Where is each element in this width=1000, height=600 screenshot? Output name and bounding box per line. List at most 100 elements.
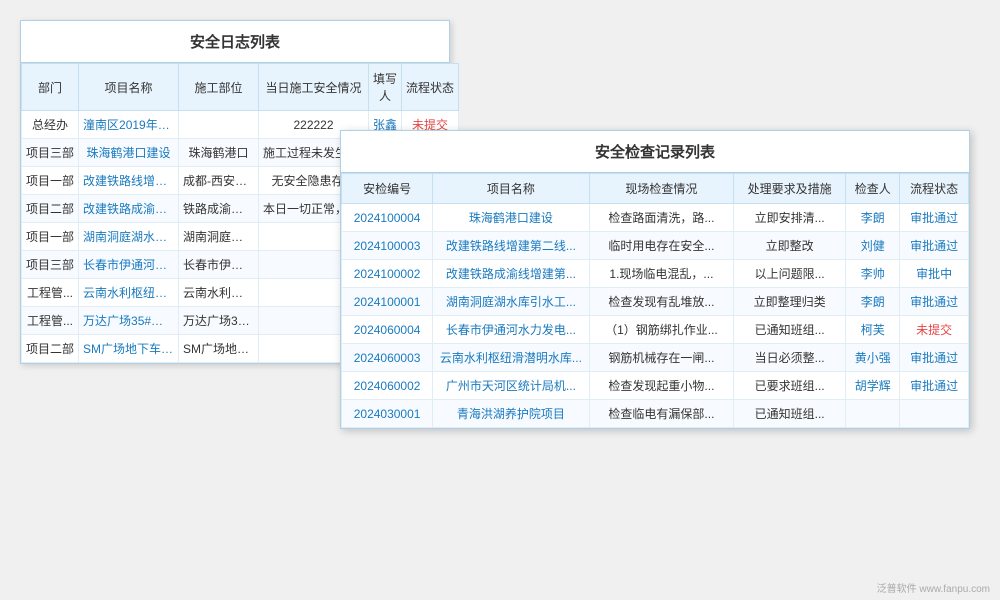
inspector-cell: 柯芙: [846, 316, 900, 344]
dept-cell: 工程管...: [22, 307, 79, 335]
table-row: 2024060004长春市伊通河水力发电...（1）钢筋绑扎作业...已通知班组…: [342, 316, 969, 344]
site-cell: [179, 111, 259, 139]
measures-cell: 立即整改: [734, 232, 846, 260]
status-cell: 审批通过: [900, 288, 969, 316]
left-col-header: 当日施工安全情况: [259, 64, 369, 111]
right-col-header: 现场检查情况: [589, 174, 733, 204]
status-cell: 审批中: [900, 260, 969, 288]
project-cell[interactable]: 青海洪湖养护院项目: [433, 400, 590, 428]
right-col-header: 项目名称: [433, 174, 590, 204]
project-cell[interactable]: 万达广场35#会所及咖啡...: [79, 307, 179, 335]
measures-cell: 以上问题限...: [734, 260, 846, 288]
measures-cell: 当日必须整...: [734, 344, 846, 372]
dept-cell: 总经办: [22, 111, 79, 139]
project-cell[interactable]: 云南水利枢纽滑明水库一...: [79, 279, 179, 307]
site-cell: 云南水利枢纽...: [179, 279, 259, 307]
project-cell[interactable]: 改建铁路线增建第二线...: [433, 232, 590, 260]
table-row: 2024060002广州市天河区统计局机...检查发现起重小物...已要求班组.…: [342, 372, 969, 400]
project-cell[interactable]: 湖南洞庭湖水库引水工...: [433, 288, 590, 316]
situation-cell: 临时用电存在安全...: [589, 232, 733, 260]
project-cell[interactable]: 长春市伊通河水力发电...: [433, 316, 590, 344]
site-cell: 铁路成渝线（成...: [179, 195, 259, 223]
project-cell[interactable]: 改建铁路成渝线增建第二...: [79, 195, 179, 223]
inspector-cell: 胡学辉: [846, 372, 900, 400]
measures-cell: 立即安排清...: [734, 204, 846, 232]
project-cell[interactable]: 潼南区2019年绿化补贴项...: [79, 111, 179, 139]
site-cell: SM广场地下车库: [179, 335, 259, 363]
situation-cell: 检查发现起重小物...: [589, 372, 733, 400]
left-col-header: 项目名称: [79, 64, 179, 111]
id-cell[interactable]: 2024100002: [342, 260, 433, 288]
right-col-header: 安检编号: [342, 174, 433, 204]
inspector-cell: 黄小强: [846, 344, 900, 372]
measures-cell: 已通知班组...: [734, 316, 846, 344]
id-cell[interactable]: 2024060002: [342, 372, 433, 400]
right-table: 安检编号项目名称现场检查情况处理要求及措施检查人流程状态 2024100004珠…: [341, 173, 969, 428]
status-cell: 审批通过: [900, 344, 969, 372]
id-cell[interactable]: 2024100001: [342, 288, 433, 316]
inspector-cell: 李帅: [846, 260, 900, 288]
left-table-header: 部门项目名称施工部位当日施工安全情况填写人流程状态: [22, 64, 459, 111]
site-cell: 成都-西安铁路...: [179, 167, 259, 195]
right-col-header: 流程状态: [900, 174, 969, 204]
situation-cell: 检查路面清洗，路...: [589, 204, 733, 232]
site-cell: 万达广场35#会...: [179, 307, 259, 335]
table-row: 2024100001湖南洞庭湖水库引水工...检查发现有乱堆放...立即整理归类…: [342, 288, 969, 316]
right-col-header: 处理要求及措施: [734, 174, 846, 204]
right-table-body: 2024100004珠海鹤港口建设检查路面清洗，路...立即安排清...李朗审批…: [342, 204, 969, 428]
inspector-cell: 李朗: [846, 288, 900, 316]
right-panel-title: 安全检查记录列表: [341, 131, 969, 173]
inspector-cell: 李朗: [846, 204, 900, 232]
id-cell[interactable]: 2024100004: [342, 204, 433, 232]
dept-cell: 项目三部: [22, 139, 79, 167]
status-cell: [900, 400, 969, 428]
right-table-header: 安检编号项目名称现场检查情况处理要求及措施检查人流程状态: [342, 174, 969, 204]
table-row: 2024060003云南水利枢纽滑潜明水库...钢筋机械存在一闸...当日必须整…: [342, 344, 969, 372]
right-col-header: 检查人: [846, 174, 900, 204]
project-cell[interactable]: 珠海鹤港口建设: [79, 139, 179, 167]
measures-cell: 已通知班组...: [734, 400, 846, 428]
measures-cell: 已要求班组...: [734, 372, 846, 400]
id-cell[interactable]: 2024060003: [342, 344, 433, 372]
table-row: 2024030001青海洪湖养护院项目检查临电有漏保部...已通知班组...: [342, 400, 969, 428]
situation-cell: 钢筋机械存在一闸...: [589, 344, 733, 372]
table-row: 2024100003改建铁路线增建第二线...临时用电存在安全...立即整改刘健…: [342, 232, 969, 260]
project-cell[interactable]: 珠海鹤港口建设: [433, 204, 590, 232]
situation-cell: 检查临电有漏保部...: [589, 400, 733, 428]
site-cell: 珠海鹤港口: [179, 139, 259, 167]
dept-cell: 项目二部: [22, 195, 79, 223]
left-col-header: 部门: [22, 64, 79, 111]
id-cell[interactable]: 2024100003: [342, 232, 433, 260]
left-panel-title: 安全日志列表: [21, 21, 449, 63]
left-col-header: 流程状态: [402, 64, 459, 111]
dept-cell: 工程管...: [22, 279, 79, 307]
project-cell[interactable]: 长春市伊通河水力发电厂...: [79, 251, 179, 279]
project-cell[interactable]: 改建铁路成渝线增建第...: [433, 260, 590, 288]
dept-cell: 项目三部: [22, 251, 79, 279]
site-cell: 长春市伊通河水...: [179, 251, 259, 279]
measures-cell: 立即整理归类: [734, 288, 846, 316]
right-panel: 安全检查记录列表 安检编号项目名称现场检查情况处理要求及措施检查人流程状态 20…: [340, 130, 970, 429]
situation-cell: （1）钢筋绑扎作业...: [589, 316, 733, 344]
left-col-header: 填写人: [369, 64, 402, 111]
inspector-cell: [846, 400, 900, 428]
watermark: 泛普软件 www.fanpu.com: [877, 580, 990, 595]
status-cell: 未提交: [900, 316, 969, 344]
dept-cell: 项目一部: [22, 223, 79, 251]
project-cell[interactable]: 湖南洞庭湖水库引水工程...: [79, 223, 179, 251]
project-cell[interactable]: SM广场地下车库更换摄...: [79, 335, 179, 363]
id-cell[interactable]: 2024030001: [342, 400, 433, 428]
situation-cell: 检查发现有乱堆放...: [589, 288, 733, 316]
status-cell: 审批通过: [900, 232, 969, 260]
dept-cell: 项目二部: [22, 335, 79, 363]
status-cell: 审批通过: [900, 372, 969, 400]
situation-cell: 1.现场临电混乱，...: [589, 260, 733, 288]
dept-cell: 项目一部: [22, 167, 79, 195]
project-cell[interactable]: 云南水利枢纽滑潜明水库...: [433, 344, 590, 372]
project-cell[interactable]: 改建铁路线增建第二线直...: [79, 167, 179, 195]
project-cell[interactable]: 广州市天河区统计局机...: [433, 372, 590, 400]
left-col-header: 施工部位: [179, 64, 259, 111]
id-cell[interactable]: 2024060004: [342, 316, 433, 344]
status-cell: 审批通过: [900, 204, 969, 232]
table-row: 2024100002改建铁路成渝线增建第...1.现场临电混乱，...以上问题限…: [342, 260, 969, 288]
